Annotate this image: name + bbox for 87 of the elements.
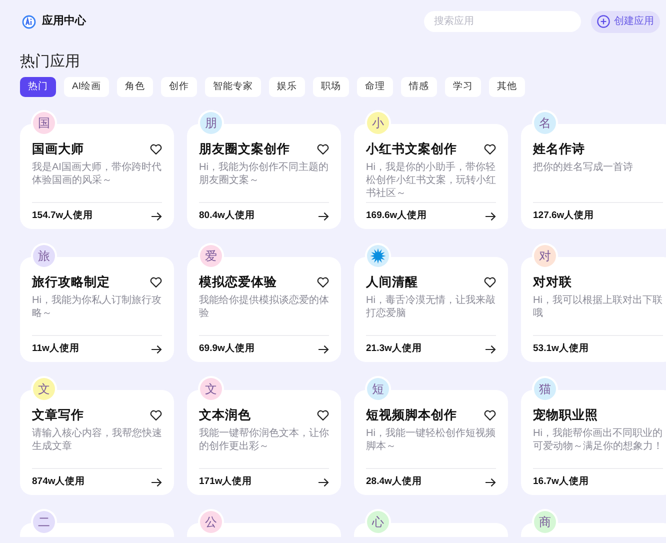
arrow-right-icon[interactable] xyxy=(318,344,329,354)
usage-count: 127.6w人使用 xyxy=(533,208,594,223)
app-title: 宠物职业照 xyxy=(533,406,598,424)
heart-icon[interactable] xyxy=(484,410,496,420)
app-title: 对对联 xyxy=(533,274,572,291)
heart-icon[interactable] xyxy=(150,410,162,420)
category-tab[interactable]: 情感 xyxy=(400,77,437,97)
app-description: 把你的姓名写成一首诗 xyxy=(533,161,634,175)
heart-icon[interactable] xyxy=(150,276,162,288)
create-app-button[interactable]: 创建应用 xyxy=(591,10,660,32)
category-tab[interactable]: 热门 xyxy=(20,77,56,97)
app-description: Hi，我能为你创作不同主题的朋友圈文案～ xyxy=(199,161,329,188)
app-title: 人间清醒 xyxy=(366,274,418,291)
arrow-right-icon[interactable] xyxy=(485,212,496,220)
heart-icon[interactable] xyxy=(317,410,329,420)
usage-count: 11w人使用 xyxy=(32,342,80,356)
app-description: Hi，毒舌冷漠无情，让我来敲打恋爱脑 xyxy=(366,294,496,321)
app-description: Hi，我能一键轻松创作短视频脚本～ xyxy=(366,427,496,454)
app-title: 文本润色 xyxy=(199,406,251,424)
app-avatar: 爱 xyxy=(200,245,222,267)
app-title: 模拟恋爱体验 xyxy=(199,274,277,291)
arrow-right-icon[interactable] xyxy=(151,212,162,220)
app-title: 姓名作诗 xyxy=(533,140,585,158)
heart-icon[interactable] xyxy=(484,144,496,154)
category-tab[interactable]: AI绘画 xyxy=(64,77,109,97)
app-avatar: 公 xyxy=(200,511,222,533)
app-description: 我能一键帮你润色文本，让你的创作更出彩～ xyxy=(199,427,329,454)
app-avatar: 心 xyxy=(367,511,389,533)
app-description: Hi，我能帮你画出不同职业的可爱动物～满足你的想象力！ xyxy=(533,427,663,454)
app-description: Hi，我是你的小助手，带你轻松创作小红书文案，玩转小红书社区～ xyxy=(366,161,496,200)
usage-count: 16.7w人使用 xyxy=(533,474,589,489)
usage-count: 21.3w人使用 xyxy=(366,342,422,356)
app-avatar: 文 xyxy=(33,378,55,400)
app-avatar: 二 xyxy=(33,511,55,533)
usage-count: 169.6w人使用 xyxy=(366,208,428,223)
usage-count: 69.9w人使用 xyxy=(199,342,255,356)
category-tab[interactable]: 角色 xyxy=(116,77,153,97)
app-title: 朋友圈文案创作 xyxy=(199,140,290,158)
app-avatar: 国 xyxy=(33,112,55,134)
plus-icon xyxy=(597,15,610,28)
app-avatar: 小 xyxy=(367,112,389,134)
usage-count: 154.7w人使用 xyxy=(32,208,94,223)
app-title: 短视频脚本创作 xyxy=(366,406,457,424)
app-avatar: 对 xyxy=(534,245,556,267)
app-description: 我是AI国画大师，带你跨时代体验国画的风采～ xyxy=(32,161,162,188)
arrow-right-icon[interactable] xyxy=(485,478,496,486)
category-tab[interactable]: 学习 xyxy=(444,77,481,97)
section-title: 热门应用 xyxy=(20,52,81,72)
category-tab[interactable]: 智能专家 xyxy=(204,77,261,97)
app-description: 我能给你提供模拟谈恋爱的体验 xyxy=(199,294,329,321)
usage-count: 28.4w人使用 xyxy=(366,474,422,489)
arrow-right-icon[interactable] xyxy=(485,344,496,354)
arrow-right-icon[interactable] xyxy=(151,478,162,486)
usage-count: 171w人使用 xyxy=(199,474,252,489)
app-avatar: 名 xyxy=(534,112,556,134)
app-avatar: 商 xyxy=(534,511,556,533)
app-card[interactable]: 人间清醒 Hi，毒舌冷漠无情，让我来敲打恋爱脑 21.3w人使用 xyxy=(354,257,508,362)
app-avatar: 文 xyxy=(200,378,222,400)
heart-icon[interactable] xyxy=(317,144,329,154)
category-tab[interactable]: 其他 xyxy=(488,77,525,97)
heart-icon[interactable] xyxy=(150,144,162,154)
app-description: Hi，我可以根据上联对出下联哦 xyxy=(533,294,663,321)
app-avatar: 短 xyxy=(367,378,389,400)
app-title: 小红书文案创作 xyxy=(366,140,457,158)
app-title: 文章写作 xyxy=(32,406,84,424)
app-avatar: 猫 xyxy=(534,378,556,400)
app-description: 请输入核心内容，我帮您快速生成文章 xyxy=(32,427,162,454)
category-tab[interactable]: 创作 xyxy=(160,77,197,97)
app-title: 应用中心 xyxy=(42,14,86,30)
category-tab[interactable]: 职场 xyxy=(312,77,349,97)
ai-logo-icon xyxy=(22,14,36,28)
app-title: 旅行攻略制定 xyxy=(32,274,110,291)
arrow-right-icon[interactable] xyxy=(151,344,162,354)
app-description: Hi，我能为你私人订制旅行攻略～ xyxy=(32,294,162,321)
search-field[interactable]: 搜索应用 xyxy=(424,11,581,32)
category-tab[interactable]: 娱乐 xyxy=(268,77,305,97)
usage-count: 53.1w人使用 xyxy=(533,342,589,356)
app-avatar: 旅 xyxy=(33,245,55,267)
app-avatar: 朋 xyxy=(200,112,222,134)
arrow-right-icon[interactable] xyxy=(318,212,329,220)
category-tab[interactable]: 命理 xyxy=(356,77,393,97)
arrow-right-icon[interactable] xyxy=(318,478,329,486)
app-title: 国画大师 xyxy=(32,140,84,158)
heart-icon[interactable] xyxy=(317,276,329,288)
usage-count: 874w人使用 xyxy=(32,474,86,489)
usage-count: 80.4w人使用 xyxy=(199,208,255,223)
heart-icon[interactable] xyxy=(484,276,496,288)
